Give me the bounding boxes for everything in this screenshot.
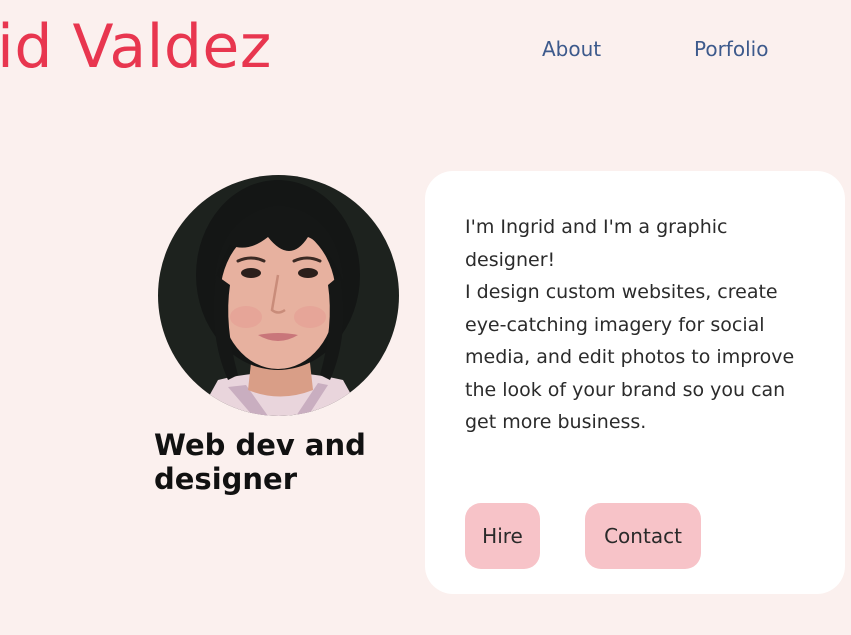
nav-link-about[interactable]: About xyxy=(542,36,601,62)
description-text: I design custom websites, create eye-cat… xyxy=(465,281,795,433)
avatar xyxy=(158,175,399,416)
intro-line: I'm Ingrid and I'm a graphic designer! xyxy=(465,216,728,271)
contact-button[interactable]: Contact xyxy=(585,503,701,569)
profile-tagline: Web dev and designer xyxy=(154,428,366,496)
hire-button[interactable]: Hire xyxy=(465,503,540,569)
avatar-portrait-image xyxy=(158,175,399,416)
nav-link-portfolio[interactable]: Porfolio xyxy=(694,36,768,62)
site-brand-name: rid Valdez xyxy=(0,12,272,82)
intro-card: I'm Ingrid and I'm a graphic designer! I… xyxy=(425,171,845,594)
bio-text: I'm Ingrid and I'm a graphic designer! I… xyxy=(465,211,815,439)
